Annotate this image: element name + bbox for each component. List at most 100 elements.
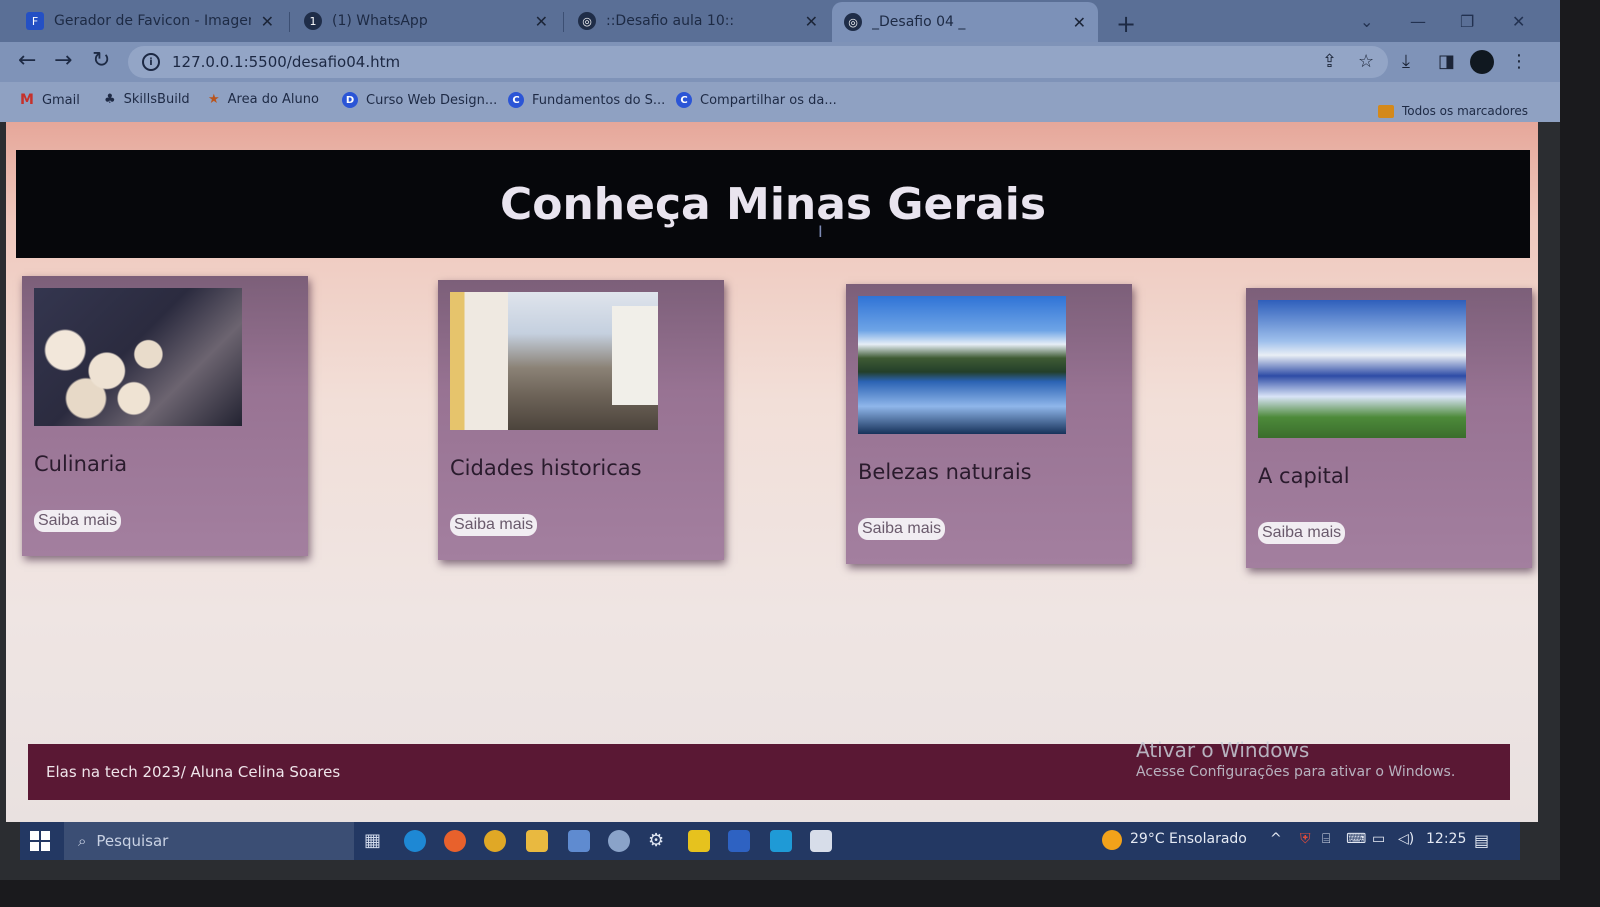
back-icon[interactable]: ← (18, 48, 36, 73)
weather-text[interactable]: 29°C Ensolarado (1130, 831, 1247, 847)
clock[interactable]: 12:25 (1426, 831, 1466, 847)
taskbar: ⌕ Pesquisar ▦ ⚙ 29°C Ensolarado ^ ⛨ ⌸ ⌨ … (20, 822, 1520, 860)
tab-whatsapp[interactable]: 1 (1) WhatsApp ✕ (292, 4, 560, 38)
tab-desafio-aula-10[interactable]: ◎ ::Desafio aula 10:: ✕ (566, 4, 830, 38)
bookmark-skillsbuild[interactable]: ♣ SkillsBuild (104, 92, 190, 107)
star-icon[interactable]: ☆ (1358, 51, 1374, 72)
address-bar: ← → ↻ i 127.0.0.1:5500/desafio04.htm ⇪ ☆… (0, 42, 1560, 82)
screen: F Gerador de Favicon - Imagem pa ✕ 1 (1)… (0, 0, 1560, 880)
card-belezas-naturais: Belezas naturais Saiba mais (846, 284, 1132, 564)
card-image-belezas (858, 296, 1066, 434)
firefox-icon[interactable] (444, 830, 466, 852)
weather-sun-icon (1102, 830, 1122, 850)
bookmarks-bar: M Gmail ♣ SkillsBuild ★ Area do Aluno D … (0, 82, 1560, 122)
forward-icon[interactable]: → (54, 48, 72, 73)
tab-favicon[interactable]: F Gerador de Favicon - Imagem pa ✕ (14, 4, 286, 38)
tab-divider (563, 12, 564, 32)
taskbar-search[interactable]: ⌕ Pesquisar (64, 822, 354, 860)
globe-icon: ◎ (844, 13, 862, 31)
gmail-icon: M (20, 92, 34, 108)
chrome-icon[interactable] (484, 830, 506, 852)
bookmark-label: Compartilhar os da... (700, 92, 837, 108)
network-icon[interactable]: ▭ (1372, 831, 1385, 847)
favicon-icon: F (26, 12, 44, 30)
notepad-icon[interactable] (810, 830, 832, 852)
close-icon[interactable]: ✕ (261, 12, 274, 31)
tab-search-icon[interactable]: ⌄ (1360, 12, 1373, 31)
shield-d-icon: D (342, 92, 358, 108)
all-bookmarks[interactable]: Todos os marcadores (1378, 104, 1528, 118)
coursera-icon: C (676, 92, 692, 108)
file-explorer-icon[interactable] (526, 830, 548, 852)
card-image-capital (1258, 300, 1466, 438)
close-icon[interactable]: ✕ (805, 12, 818, 31)
tab-title: _Desafio 04 _ (872, 14, 966, 30)
profile-avatar[interactable] (1470, 50, 1494, 74)
web-page: Conheça Minas Gerais I Culinaria Saiba m… (6, 122, 1538, 822)
tray-chevron-icon[interactable]: ^ (1270, 831, 1282, 847)
card-title: A capital (1258, 464, 1350, 488)
search-placeholder: Pesquisar (96, 832, 169, 850)
vscode-icon[interactable] (770, 830, 792, 852)
bookmark-label: Gmail (41, 92, 80, 108)
notifications-icon[interactable]: ▤ (1474, 831, 1489, 850)
download-icon[interactable]: ⤓ (1402, 51, 1410, 72)
bookmark-label: Curso Web Design... (366, 92, 498, 108)
site-info-icon[interactable]: i (142, 53, 160, 71)
close-icon[interactable]: ✕ (1073, 13, 1086, 32)
bookmark-label: Area do Aluno (227, 92, 319, 107)
reload-icon[interactable]: ↻ (92, 48, 110, 73)
card-image-cidades (450, 292, 658, 430)
new-tab-button[interactable]: + (1116, 10, 1136, 38)
edge-icon[interactable] (404, 830, 426, 852)
minimize-icon[interactable]: — (1410, 12, 1426, 31)
url-field[interactable]: i 127.0.0.1:5500/desafio04.htm (128, 46, 1388, 78)
url-text: 127.0.0.1:5500/desafio04.htm (172, 53, 401, 71)
tab-bar: F Gerador de Favicon - Imagem pa ✕ 1 (1)… (0, 0, 1560, 42)
share-icon[interactable]: ⇪ (1322, 51, 1337, 72)
saiba-mais-button[interactable]: Saiba mais (450, 514, 538, 536)
settings-gear-icon[interactable]: ⚙ (648, 830, 670, 852)
bookmark-fundamentos[interactable]: C Fundamentos do S... (508, 92, 665, 108)
saiba-mais-button[interactable]: Saiba mais (858, 518, 946, 540)
bookmark-compartilhar[interactable]: C Compartilhar os da... (676, 92, 837, 108)
calculator-icon[interactable] (568, 830, 590, 852)
skillsbuild-icon: ♣ (104, 92, 116, 107)
card-title: Cidades historicas (450, 456, 642, 480)
all-bookmarks-label: Todos os marcadores (1402, 104, 1528, 118)
sticky-notes-icon[interactable] (688, 830, 710, 852)
antivirus-icon[interactable]: ⛨ (1300, 831, 1311, 847)
card-a-capital: A capital Saiba mais (1246, 288, 1532, 568)
tab-desafio-04[interactable]: ◎ _Desafio 04 _ ✕ (832, 2, 1098, 42)
keyboard-icon[interactable]: ⌨ (1346, 831, 1366, 847)
close-icon[interactable]: ✕ (535, 12, 548, 31)
bookmark-label: SkillsBuild (123, 92, 190, 107)
star-badge-icon: ★ (208, 92, 220, 107)
coursera-icon: C (508, 92, 524, 108)
word-icon[interactable] (728, 830, 750, 852)
card-cidades-historicas: Cidades historicas Saiba mais (438, 280, 724, 560)
watermark-line-1: Ativar o Windows (1136, 738, 1310, 762)
tab-title: Gerador de Favicon - Imagem pa (54, 13, 251, 29)
device-icon[interactable]: ⌸ (1322, 831, 1330, 847)
bookmark-gmail[interactable]: M Gmail (20, 92, 80, 108)
side-panel-icon[interactable]: ◨ (1438, 51, 1455, 72)
bookmark-curso-web-design[interactable]: D Curso Web Design... (342, 92, 497, 108)
windows-activation-watermark: Ativar o Windows Acesse Configurações pa… (1136, 738, 1455, 780)
volume-icon[interactable]: ◁) (1398, 831, 1414, 847)
windows-start-icon[interactable] (30, 831, 50, 851)
restore-icon[interactable]: ❐ (1460, 12, 1474, 31)
tab-divider (289, 12, 290, 32)
saiba-mais-button[interactable]: Saiba mais (1258, 522, 1346, 544)
task-view-icon[interactable]: ▦ (364, 830, 386, 852)
app-icon[interactable] (608, 830, 630, 852)
saiba-mais-button[interactable]: Saiba mais (34, 510, 122, 532)
tab-title: (1) WhatsApp (332, 13, 428, 29)
bookmark-label: Fundamentos do S... (532, 92, 666, 108)
menu-icon[interactable]: ⋮ (1510, 51, 1528, 72)
card-title: Culinaria (34, 452, 128, 476)
window-close-icon[interactable]: ✕ (1512, 12, 1525, 31)
bookmark-area-do-aluno[interactable]: ★ Area do Aluno (208, 92, 319, 107)
card-title: Belezas naturais (858, 460, 1032, 484)
card-image-culinaria (34, 288, 242, 426)
